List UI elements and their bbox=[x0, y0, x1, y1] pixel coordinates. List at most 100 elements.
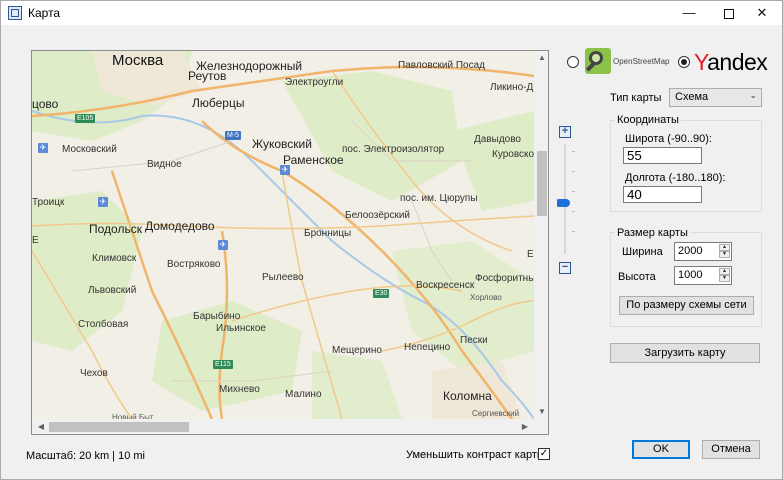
map-label-stolbovaya: Столбовая bbox=[78, 319, 129, 330]
map-label-vostryakovo: Востряково bbox=[167, 259, 221, 270]
map-viewport[interactable]: Москва Железнодорожный Реутов Электроугл… bbox=[31, 50, 549, 435]
map-label-fosforitny: Фосфоритны bbox=[475, 273, 536, 284]
map-label-lvovsky: Львовский bbox=[88, 285, 137, 296]
road-shield-e115: E115 bbox=[213, 360, 233, 369]
longitude-label: Долгота (-180..180): bbox=[625, 172, 726, 184]
map-label-domodedovo: Домодедово bbox=[145, 219, 215, 233]
map-label-elektrougli: Электроугли bbox=[285, 77, 344, 88]
map-label-troitsk: Троицк bbox=[32, 197, 65, 208]
osm-radio[interactable] bbox=[567, 56, 579, 68]
map-label-kolomna: Коломна bbox=[443, 389, 492, 403]
vertical-scroll-thumb[interactable] bbox=[537, 151, 547, 216]
map-horizontal-scrollbar[interactable]: ◀ ▶ bbox=[32, 419, 534, 434]
map-label-tsovo: цово bbox=[32, 97, 59, 111]
height-spinbox[interactable]: 1000 ▲ ▼ bbox=[674, 266, 732, 285]
scroll-right-arrow[interactable]: ▶ bbox=[518, 419, 532, 434]
height-increment-button[interactable]: ▲ bbox=[719, 268, 730, 275]
window-title: Карта bbox=[28, 6, 61, 20]
map-type-select[interactable]: Схема ⌄ bbox=[669, 88, 762, 107]
zoom-tick bbox=[572, 191, 575, 192]
zoom-tick bbox=[572, 231, 575, 232]
map-vertical-scrollbar[interactable]: ▲ ▼ bbox=[534, 51, 548, 419]
map-label-sergievsky: Сергиевский bbox=[472, 409, 520, 418]
map-label-beloozersky: Белоозёрский bbox=[345, 210, 411, 221]
zoom-slider-thumb[interactable] bbox=[557, 199, 570, 207]
height-label: Высота bbox=[618, 271, 656, 283]
osm-label: OpenStreetMap bbox=[613, 57, 670, 66]
map-label-ramenskoe: Раменское bbox=[283, 153, 344, 167]
map-label-right-e: Е bbox=[527, 249, 534, 260]
airport-icon: ✈ bbox=[280, 165, 290, 175]
app-icon bbox=[8, 6, 22, 20]
scroll-up-arrow[interactable]: ▲ bbox=[534, 51, 548, 65]
load-map-button[interactable]: Загрузить карту bbox=[610, 343, 760, 363]
zoom-in-button[interactable]: + bbox=[559, 126, 571, 138]
map-label-zhukovsky: Жуковский bbox=[252, 137, 312, 151]
map-label-davydovo: Давыдово bbox=[474, 134, 521, 145]
map-label-meshcherino: Мещерино bbox=[332, 345, 382, 356]
map-label-peski: Пески bbox=[460, 335, 488, 346]
width-value: 2000 bbox=[678, 245, 703, 257]
map-label-voskresensk: Воскресенск bbox=[416, 280, 475, 291]
map-label-lyubertsy: Люберцы bbox=[192, 96, 245, 110]
close-button[interactable]: ✕ bbox=[739, 1, 783, 25]
zoom-tick bbox=[572, 171, 575, 172]
fit-to-network-button[interactable]: По размеру схемы сети bbox=[619, 296, 754, 315]
ok-button[interactable]: OK bbox=[632, 440, 690, 459]
width-spinbox[interactable]: 2000 ▲ ▼ bbox=[674, 242, 732, 261]
road-shield-e105: E105 bbox=[75, 114, 96, 123]
map-label-moskovsky: Московский bbox=[62, 144, 117, 155]
zoom-tick bbox=[572, 151, 575, 152]
map-label-kurovskoe: Куровско bbox=[492, 149, 535, 160]
width-increment-button[interactable]: ▲ bbox=[719, 244, 730, 251]
map-type-label: Тип карты bbox=[610, 92, 662, 104]
longitude-input[interactable] bbox=[623, 186, 702, 203]
map-label-left-e: Е bbox=[32, 235, 39, 246]
airport-icon: ✈ bbox=[98, 197, 108, 207]
reduce-contrast-label: Уменьшить контраст карты bbox=[406, 449, 545, 461]
yandex-radio[interactable] bbox=[678, 56, 690, 68]
airport-icon: ✈ bbox=[218, 240, 228, 250]
yandex-logo-y: Y bbox=[694, 49, 708, 75]
scroll-down-arrow[interactable]: ▼ bbox=[534, 405, 548, 419]
reduce-contrast-checkbox[interactable]: ✓ bbox=[538, 448, 550, 460]
latitude-input[interactable] bbox=[623, 147, 702, 164]
map-label-bronnitsy: Бронницы bbox=[304, 228, 352, 239]
chevron-down-icon: ⌄ bbox=[749, 90, 757, 100]
width-label: Ширина bbox=[622, 246, 663, 258]
height-decrement-button[interactable]: ▼ bbox=[719, 275, 730, 282]
road-shield-e30: E30 bbox=[373, 289, 390, 298]
airport-icon: ✈ bbox=[38, 143, 48, 153]
map-label-vidnoe: Видное bbox=[147, 159, 182, 170]
map-label-barybino: Барыбино bbox=[193, 311, 241, 322]
map-label-klimovsk: Климовск bbox=[92, 253, 137, 264]
cancel-button[interactable]: Отмена bbox=[702, 440, 760, 459]
map-label-pavlovsky-posad: Павловский Посад bbox=[398, 60, 486, 71]
map-label-likino: Ликино-Д bbox=[490, 82, 534, 93]
map-label-khorlovo: Хорлово bbox=[470, 293, 502, 302]
zoom-out-button[interactable]: − bbox=[559, 262, 571, 274]
zoom-tick bbox=[572, 211, 575, 212]
latitude-label: Широта (-90..90): bbox=[625, 133, 712, 145]
scale-text: Масштаб: 20 km | 10 mi bbox=[26, 450, 145, 462]
width-decrement-button[interactable]: ▼ bbox=[719, 251, 730, 258]
maximize-icon bbox=[724, 8, 734, 19]
map-label-ilyinskoe: Ильинское bbox=[216, 323, 266, 334]
map-label-ryleevo: Рылеево bbox=[262, 272, 304, 283]
title-bar: Карта — ✕ bbox=[1, 1, 782, 25]
map-label-chekhov: Чехов bbox=[80, 368, 108, 379]
horizontal-scroll-thumb[interactable] bbox=[49, 422, 189, 432]
map-label-moskva: Москва bbox=[112, 52, 164, 69]
map-type-value: Схема bbox=[675, 91, 709, 103]
map-label-nepetsino: Непецино bbox=[404, 342, 451, 353]
coordinates-group-title: Координаты bbox=[615, 114, 681, 126]
map-dialog-window: Карта — ✕ Москва Железнодорожный Реутов … bbox=[0, 0, 783, 480]
map-label-reutov: Реутов bbox=[188, 69, 227, 83]
map-label-malino: Малино bbox=[285, 389, 322, 400]
scroll-left-arrow[interactable]: ◀ bbox=[34, 419, 48, 434]
height-value: 1000 bbox=[678, 269, 703, 281]
osm-logo-icon bbox=[585, 48, 611, 74]
yandex-logo-rest: andex bbox=[707, 49, 768, 75]
yandex-logo: Yandex bbox=[694, 49, 768, 76]
scrollbar-corner bbox=[534, 419, 548, 434]
